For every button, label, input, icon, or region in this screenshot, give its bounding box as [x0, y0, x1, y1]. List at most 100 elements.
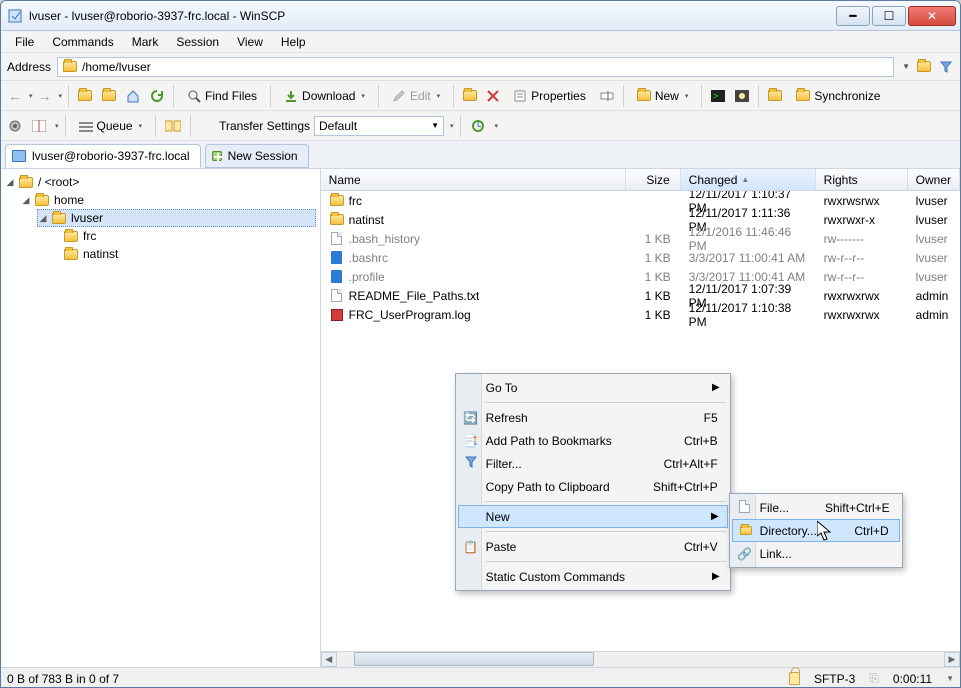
ctx-refresh[interactable]: 🔄RefreshF5 — [458, 406, 728, 429]
ctx-new-directory[interactable]: Directory...Ctrl+D — [732, 519, 900, 542]
file-row[interactable]: .bash_history1 KB12/1/2016 11:46:46 PMrw… — [321, 229, 960, 248]
status-dropdown[interactable]: ▼ — [946, 674, 954, 683]
new-folder-button[interactable] — [460, 84, 480, 108]
file-row[interactable]: .profile1 KB3/3/2017 11:00:41 AMrw-r--r-… — [321, 267, 960, 286]
file-type-icon — [329, 232, 345, 246]
close-button[interactable]: ✕ — [908, 6, 956, 26]
scroll-thumb[interactable] — [354, 652, 594, 666]
back-button[interactable]: ← — [5, 84, 25, 108]
context-menu: Go To▶ 🔄RefreshF5 📑Add Path to Bookmarks… — [455, 373, 731, 591]
horizontal-scrollbar[interactable]: ◀ ▶ — [321, 651, 960, 667]
ctx-paste[interactable]: 📋PasteCtrl+V — [458, 535, 728, 558]
window-controls: ━ ☐ ✕ — [836, 6, 960, 26]
menu-commands[interactable]: Commands — [44, 33, 121, 51]
transfer-settings-select[interactable]: Default▼ — [314, 116, 444, 136]
keepuptodate-button[interactable] — [467, 114, 489, 138]
toolbar-main: ←▾ →▾ Find Files Download▾ Edit▾ Propert… — [1, 81, 960, 111]
new-button[interactable]: New▾ — [630, 84, 696, 108]
queue-button[interactable]: Queue▾ — [72, 114, 150, 138]
ctx-addbookmark[interactable]: 📑Add Path to BookmarksCtrl+B — [458, 429, 728, 452]
ctx-new-link[interactable]: 🔗Link... — [732, 542, 900, 565]
home-button[interactable] — [123, 84, 143, 108]
col-changed[interactable]: Changed▲ — [681, 169, 816, 190]
download-button[interactable]: Download▾ — [277, 84, 372, 108]
refresh-button[interactable] — [147, 84, 167, 108]
lock-icon[interactable] — [789, 672, 800, 685]
menu-session[interactable]: Session — [168, 33, 227, 51]
menu-mark[interactable]: Mark — [124, 33, 167, 51]
col-owner[interactable]: Owner — [908, 169, 960, 190]
filter-toggle-icon[interactable] — [938, 59, 954, 75]
file-row[interactable]: natinst12/11/2017 1:11:36 PMrwxrwxr-xlvu… — [321, 210, 960, 229]
layout-button[interactable] — [29, 114, 49, 138]
open-folder-icon[interactable] — [916, 59, 932, 75]
tree-lvuser[interactable]: lvuser — [71, 211, 103, 225]
folder-icon — [63, 229, 79, 243]
addressbar: Address /home/lvuser ▼ — [1, 53, 960, 81]
col-size[interactable]: Size — [626, 169, 681, 190]
menu-file[interactable]: File — [7, 33, 42, 51]
paste-icon: 📋 — [462, 540, 480, 554]
tree-frc[interactable]: frc — [83, 229, 96, 243]
col-rights[interactable]: Rights — [816, 169, 908, 190]
ctx-new[interactable]: New▶ — [458, 505, 728, 528]
root-folder-button[interactable] — [99, 84, 119, 108]
address-label: Address — [7, 60, 51, 74]
scroll-left-button[interactable]: ◀ — [321, 652, 337, 667]
session-tab-active[interactable]: lvuser@roborio-3937-frc.local — [5, 144, 201, 168]
delete-button[interactable] — [484, 84, 502, 108]
parent-folder-button[interactable] — [75, 84, 95, 108]
menu-view[interactable]: View — [229, 33, 271, 51]
titlebar: lvuser - lvuser@roborio-3937-frc.local -… — [1, 1, 960, 31]
forward-button[interactable]: → — [35, 84, 55, 108]
col-name[interactable]: Name — [321, 169, 626, 190]
ctx-filter[interactable]: Filter...Ctrl+Alt+F — [458, 452, 728, 475]
file-row[interactable]: FRC_UserProgram.log1 KB12/11/2017 1:10:3… — [321, 305, 960, 324]
putty-button[interactable] — [732, 84, 752, 108]
sync-browse-button[interactable] — [162, 114, 184, 138]
file-row[interactable]: .bashrc1 KB3/3/2017 11:00:41 AMrw-r--r--… — [321, 248, 960, 267]
menu-help[interactable]: Help — [273, 33, 314, 51]
expander-icon[interactable]: ◢ — [21, 195, 31, 205]
compare-button[interactable] — [765, 84, 785, 108]
minimize-button[interactable]: ━ — [836, 6, 870, 26]
synchronize-button[interactable]: Synchronize — [789, 84, 887, 108]
plus-icon — [212, 151, 222, 161]
file-rights: rwxrwxrwx — [816, 308, 908, 322]
ctx-staticcustom[interactable]: Static Custom Commands▶ — [458, 565, 728, 588]
file-size: 1 KB — [626, 308, 681, 322]
ctx-copypath[interactable]: Copy Path to ClipboardShift+Ctrl+P — [458, 475, 728, 498]
tree-root[interactable]: / <root> — [38, 175, 79, 189]
maximize-button[interactable]: ☐ — [872, 6, 906, 26]
file-rights: rwxrwxr-x — [816, 213, 908, 227]
findfiles-button[interactable]: Find Files — [180, 84, 264, 108]
file-size: 1 KB — [626, 232, 681, 246]
list-header: Name Size Changed▲ Rights Owner — [321, 169, 960, 191]
directory-tree[interactable]: ◢ / <root> ◢ home ◢ lvuser frc — [1, 169, 321, 667]
transfer-label: Transfer Settings — [219, 119, 310, 133]
expander-icon[interactable]: ◢ — [38, 213, 48, 223]
file-row[interactable]: frc12/11/2017 1:10:37 PMrwxrwsrwxlvuser — [321, 191, 960, 210]
ctx-new-file[interactable]: File...Shift+Ctrl+E — [732, 496, 900, 519]
file-name: .profile — [349, 270, 385, 284]
refresh-icon: 🔄 — [462, 411, 480, 425]
address-dropdown[interactable]: ▼ — [902, 62, 910, 71]
file-name: .bashrc — [349, 251, 388, 265]
file-row[interactable]: README_File_Paths.txt1 KB12/11/2017 1:07… — [321, 286, 960, 305]
file-changed: 12/11/2017 1:10:38 PM — [681, 301, 816, 329]
terminal-button[interactable]: > — [708, 84, 728, 108]
scroll-right-button[interactable]: ▶ — [944, 652, 960, 667]
session-tab-new[interactable]: New Session — [205, 144, 309, 168]
clipboard-icon[interactable]: ⎘ — [869, 671, 879, 686]
ctx-goto[interactable]: Go To▶ — [458, 376, 728, 399]
file-type-icon — [329, 270, 345, 284]
properties-button[interactable]: Properties — [506, 84, 593, 108]
expander-icon[interactable]: ◢ — [5, 177, 15, 187]
edit-button[interactable]: Edit▾ — [385, 84, 447, 108]
window-title: lvuser - lvuser@roborio-3937-frc.local -… — [29, 9, 836, 23]
tree-natinst[interactable]: natinst — [83, 247, 118, 261]
tree-home[interactable]: home — [54, 193, 84, 207]
address-field[interactable]: /home/lvuser — [57, 57, 894, 77]
preferences-button[interactable] — [5, 114, 25, 138]
rename-button[interactable] — [597, 84, 617, 108]
